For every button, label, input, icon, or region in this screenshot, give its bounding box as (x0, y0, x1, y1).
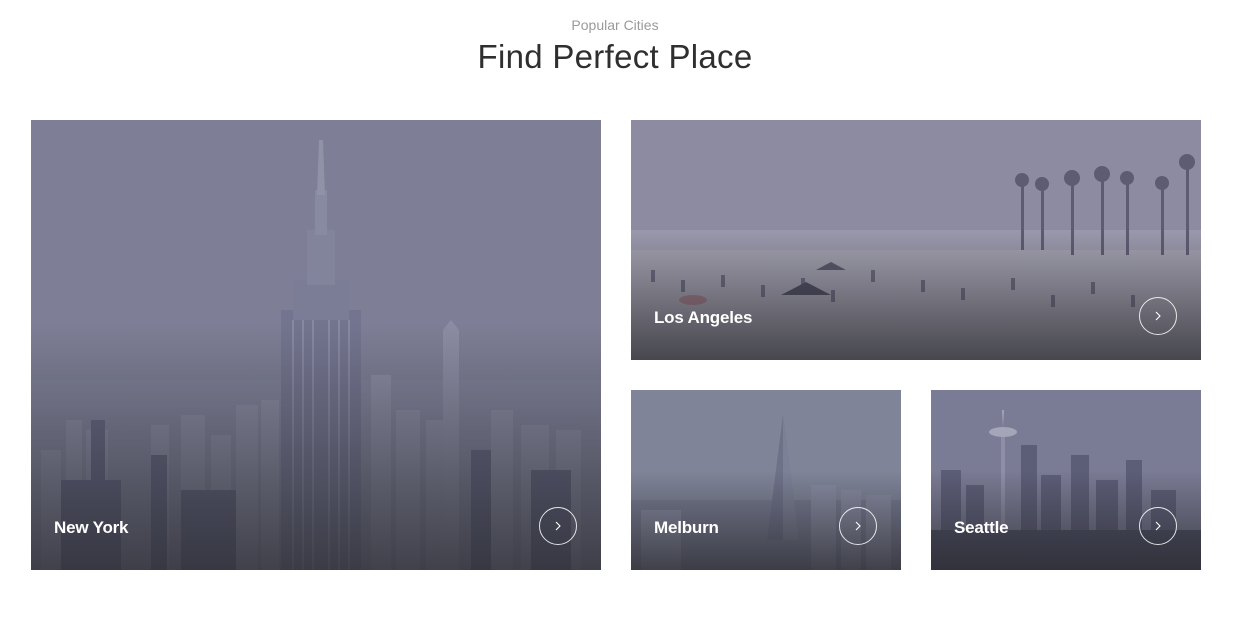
arrow-button[interactable] (1139, 507, 1177, 545)
section-title: Find Perfect Place (477, 38, 753, 75)
chevron-right-icon (1155, 311, 1161, 321)
chevron-right-icon (555, 521, 561, 531)
city-name: Seattle (954, 518, 1009, 537)
city-card-los-angeles[interactable]: Los Angeles (631, 120, 1201, 360)
section-eyebrow: Popular Cities (571, 17, 659, 33)
arrow-button[interactable] (1139, 297, 1177, 335)
city-name: Melburn (654, 518, 719, 537)
city-card-new-york[interactable]: New York (31, 120, 601, 570)
city-card-seattle[interactable]: Seattle (931, 390, 1201, 570)
chevron-right-icon (855, 521, 861, 531)
city-name: New York (54, 518, 129, 537)
arrow-button[interactable] (839, 507, 877, 545)
chevron-right-icon (1155, 521, 1161, 531)
arrow-button[interactable] (539, 507, 577, 545)
city-card-melburn[interactable]: Melburn (631, 390, 901, 570)
city-name: Los Angeles (654, 308, 753, 327)
card-gradient (631, 228, 1201, 360)
